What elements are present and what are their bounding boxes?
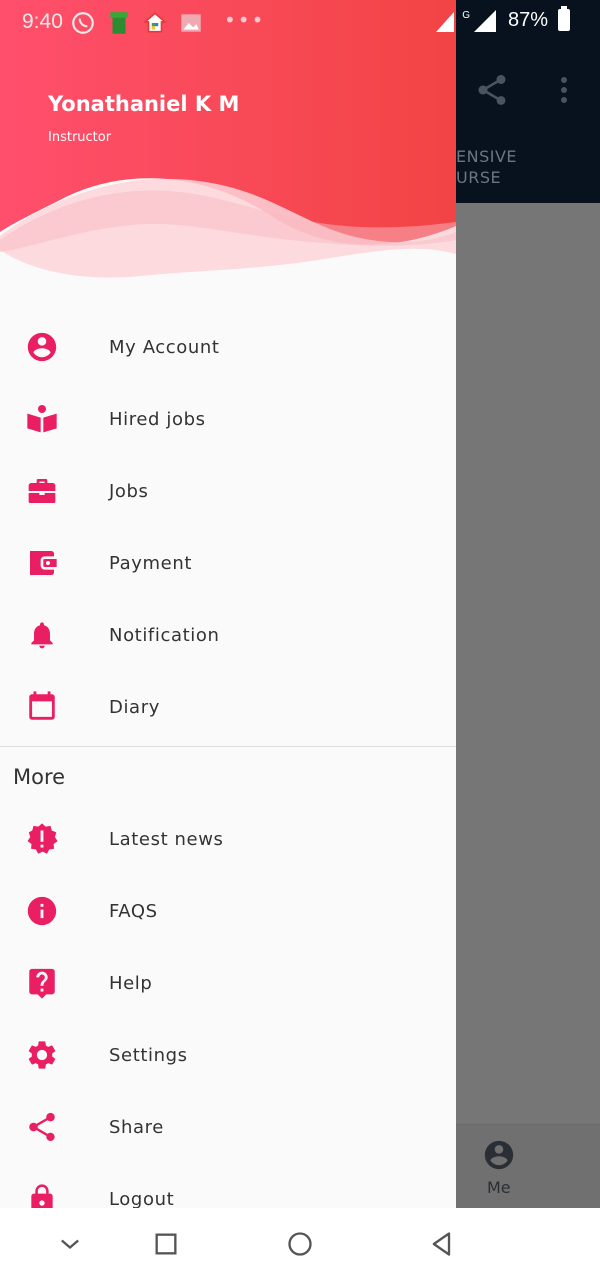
info-icon — [24, 893, 60, 929]
alert-badge-icon — [24, 821, 60, 857]
menu-item-label: My Account — [109, 336, 220, 358]
bottom-nav-me-label[interactable]: Me — [487, 1178, 511, 1197]
signal-icon — [436, 12, 455, 32]
gear-icon — [24, 1037, 60, 1073]
user-name: Yonathaniel K M — [48, 92, 240, 116]
home-app-icon — [143, 12, 167, 33]
network-type-label: G — [462, 10, 470, 21]
pipe-game-icon — [110, 12, 128, 34]
share-icon — [24, 1109, 60, 1145]
system-navigation-bar — [0, 1208, 600, 1280]
menu-item-label: Payment — [109, 552, 193, 574]
menu-item-label: Help — [109, 972, 153, 994]
more-notifications-icon: ••• — [224, 8, 266, 32]
home-circle-icon[interactable] — [286, 1230, 314, 1258]
menu-item-latest-news[interactable]: Latest news — [0, 803, 456, 875]
image-icon — [181, 14, 201, 32]
more-section-title: More — [13, 765, 66, 789]
signal-icon — [473, 10, 496, 32]
menu-item-label: Logout — [109, 1188, 175, 1209]
menu-item-label: Diary — [109, 696, 160, 718]
menu-item-settings[interactable]: Settings — [0, 1019, 456, 1091]
background-title-line-2: URSE — [456, 168, 502, 187]
status-system-icons: G 87% — [436, 6, 570, 32]
background-title-line-1: ENSIVE — [456, 147, 518, 166]
back-triangle-icon[interactable] — [428, 1230, 456, 1258]
more-vert-icon[interactable] — [552, 74, 576, 106]
status-bar: 9:40 ••• G 87% — [0, 0, 600, 47]
lock-icon — [24, 1181, 60, 1208]
navigation-drawer: Yonathaniel K M Instructor My Account Hi… — [0, 0, 456, 1208]
recents-square-icon[interactable] — [152, 1230, 180, 1258]
wallet-icon — [24, 545, 60, 581]
menu-item-help[interactable]: Help — [0, 947, 456, 1019]
menu-item-label: Share — [109, 1116, 164, 1138]
menu-item-hired-jobs[interactable]: Hired jobs — [0, 383, 456, 455]
status-time: 9:40 — [22, 10, 63, 33]
user-role: Instructor — [48, 130, 112, 145]
menu-item-label: Jobs — [109, 480, 149, 502]
menu-item-label: Latest news — [109, 828, 224, 850]
calendar-icon — [24, 689, 60, 725]
share-icon[interactable] — [474, 72, 510, 108]
account-circle-icon[interactable] — [482, 1138, 516, 1172]
menu-item-my-account[interactable]: My Account — [0, 311, 456, 383]
menu-item-payment[interactable]: Payment — [0, 527, 456, 599]
menu-item-notification[interactable]: Notification — [0, 599, 456, 671]
background-bottom-nav — [456, 1124, 600, 1208]
section-divider — [0, 746, 456, 747]
bell-icon — [24, 617, 60, 653]
help-icon — [24, 965, 60, 1001]
status-notification-icons — [70, 10, 204, 36]
menu-item-faqs[interactable]: FAQS — [0, 875, 456, 947]
chevron-down-icon[interactable] — [56, 1230, 84, 1258]
menu-item-label: Settings — [109, 1044, 188, 1066]
battery-percent: 87% — [507, 8, 548, 31]
menu-item-diary[interactable]: Diary — [0, 671, 456, 743]
menu-item-share[interactable]: Share — [0, 1091, 456, 1163]
menu-item-label: Notification — [109, 624, 220, 646]
background-course-title: ENSIVE URSE — [456, 146, 517, 188]
menu-item-label: FAQS — [109, 900, 158, 922]
menu-item-logout[interactable]: Logout — [0, 1163, 456, 1208]
battery-icon — [558, 6, 570, 31]
whatsapp-icon — [72, 12, 94, 34]
account-circle-icon — [24, 329, 60, 365]
book-reader-icon — [24, 401, 60, 437]
briefcase-icon — [24, 473, 60, 509]
menu-item-label: Hired jobs — [109, 408, 206, 430]
menu-item-jobs[interactable]: Jobs — [0, 455, 456, 527]
